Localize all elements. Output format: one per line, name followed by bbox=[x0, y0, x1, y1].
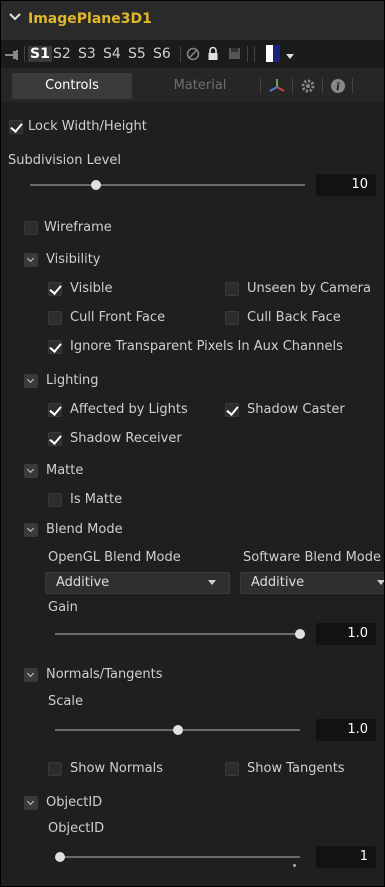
gain-slider-track[interactable] bbox=[55, 633, 300, 635]
lock-width-height-checkbox[interactable] bbox=[9, 120, 23, 134]
transform-axis-icon[interactable] bbox=[268, 77, 286, 95]
is-matte-label: Is Matte bbox=[70, 492, 123, 507]
divider bbox=[247, 46, 248, 62]
objectid-slider-track[interactable] bbox=[60, 856, 300, 858]
matte-section-label: Matte bbox=[46, 463, 84, 478]
affected-by-lights-checkbox[interactable] bbox=[48, 403, 62, 417]
scale-value[interactable]: 1.0 bbox=[316, 719, 376, 741]
shadow-caster-checkbox[interactable] bbox=[225, 403, 239, 417]
software-blend-mode-select[interactable]: Additive bbox=[240, 572, 385, 594]
subdivision-slider-track[interactable] bbox=[30, 184, 305, 186]
color-swatch-icon[interactable] bbox=[266, 45, 280, 62]
divider bbox=[254, 46, 255, 62]
lighting-section-label: Lighting bbox=[46, 373, 99, 388]
gain-value[interactable]: 1.0 bbox=[316, 623, 376, 645]
cull-front-face-checkbox[interactable] bbox=[48, 311, 62, 325]
scale-label: Scale bbox=[48, 694, 83, 709]
tab-controls[interactable]: Controls bbox=[12, 73, 132, 99]
opengl-blend-mode-label: OpenGL Blend Mode bbox=[48, 550, 181, 565]
normals-section-toggle[interactable] bbox=[24, 668, 38, 682]
affected-by-lights-label: Affected by Lights bbox=[70, 402, 188, 417]
gain-slider-knob[interactable] bbox=[295, 629, 305, 639]
objectid-section-toggle[interactable] bbox=[24, 796, 38, 810]
info-icon[interactable]: i bbox=[330, 78, 346, 94]
objectid-value[interactable]: 1 bbox=[316, 846, 376, 868]
divider bbox=[260, 78, 261, 94]
shadow-caster-label: Shadow Caster bbox=[247, 402, 345, 417]
divider bbox=[352, 78, 353, 94]
software-blend-mode-label: Software Blend Mode bbox=[243, 550, 382, 565]
slot-s4[interactable]: S4 bbox=[103, 46, 121, 62]
matte-section-toggle[interactable] bbox=[24, 464, 38, 478]
visibility-section-toggle[interactable] bbox=[24, 253, 38, 267]
is-matte-checkbox[interactable] bbox=[48, 493, 62, 507]
show-normals-label: Show Normals bbox=[70, 761, 164, 776]
shadow-receiver-label: Shadow Receiver bbox=[70, 431, 182, 446]
wireframe-label: Wireframe bbox=[44, 220, 112, 235]
tool-title: ImagePlane3D1 bbox=[28, 11, 152, 27]
subdivision-value[interactable]: 10 bbox=[316, 174, 376, 196]
slot-s2[interactable]: S2 bbox=[53, 46, 71, 62]
blend-mode-section-toggle[interactable] bbox=[24, 523, 38, 537]
slot-s6[interactable]: S6 bbox=[153, 46, 171, 62]
cull-back-face-label: Cull Back Face bbox=[247, 310, 341, 325]
wireframe-checkbox[interactable] bbox=[24, 221, 38, 235]
show-normals-checkbox[interactable] bbox=[48, 762, 62, 776]
lock-icon[interactable] bbox=[207, 46, 219, 61]
collapse-chevron-icon[interactable] bbox=[8, 10, 22, 24]
show-tangents-checkbox[interactable] bbox=[225, 762, 239, 776]
software-blend-mode-value: Additive bbox=[251, 575, 305, 590]
cull-back-face-checkbox[interactable] bbox=[225, 311, 239, 325]
chevron-down-icon bbox=[208, 580, 216, 585]
slot-s5[interactable]: S5 bbox=[128, 46, 146, 62]
slider-default-marker bbox=[293, 864, 296, 867]
unseen-by-camera-checkbox[interactable] bbox=[225, 282, 239, 296]
subdivision-label: Subdivision Level bbox=[8, 153, 121, 168]
divider bbox=[24, 46, 25, 62]
gear-icon[interactable] bbox=[300, 78, 316, 94]
disable-icon[interactable] bbox=[186, 47, 200, 61]
objectid-field-label: ObjectID bbox=[48, 821, 105, 836]
unseen-by-camera-label: Unseen by Camera bbox=[247, 281, 371, 296]
cull-front-face-label: Cull Front Face bbox=[70, 310, 166, 325]
slot-s3[interactable]: S3 bbox=[78, 46, 96, 62]
blend-mode-section-label: Blend Mode bbox=[46, 522, 123, 537]
shadow-receiver-checkbox[interactable] bbox=[48, 432, 62, 446]
tab-material[interactable]: Material bbox=[140, 73, 260, 99]
lock-width-height-label: Lock Width/Height bbox=[28, 119, 147, 134]
ignore-transparent-label: Ignore Transparent Pixels In Aux Channel… bbox=[70, 339, 343, 354]
objectid-slider-knob[interactable] bbox=[55, 852, 65, 862]
pin-icon[interactable] bbox=[4, 48, 20, 62]
save-icon[interactable] bbox=[228, 47, 241, 60]
slot-s1[interactable]: S1 bbox=[28, 46, 52, 62]
visible-label: Visible bbox=[70, 281, 113, 296]
gain-label: Gain bbox=[48, 600, 78, 615]
divider bbox=[292, 78, 293, 94]
subdivision-slider-knob[interactable] bbox=[91, 180, 101, 190]
chevron-down-icon bbox=[377, 580, 385, 585]
ignore-transparent-checkbox[interactable] bbox=[48, 340, 62, 354]
opengl-blend-mode-select[interactable]: Additive bbox=[45, 572, 230, 594]
svg-text:i: i bbox=[336, 82, 340, 93]
swatch-dropdown-icon[interactable] bbox=[286, 54, 294, 59]
divider bbox=[322, 78, 323, 94]
normals-section-label: Normals/Tangents bbox=[46, 667, 163, 682]
visible-checkbox[interactable] bbox=[48, 282, 62, 296]
visibility-section-label: Visibility bbox=[46, 252, 101, 267]
show-tangents-label: Show Tangents bbox=[247, 761, 345, 776]
divider bbox=[180, 46, 181, 62]
opengl-blend-mode-value: Additive bbox=[56, 575, 110, 590]
lighting-section-toggle[interactable] bbox=[24, 374, 38, 388]
scale-slider-knob[interactable] bbox=[172, 725, 183, 735]
objectid-section-label: ObjectID bbox=[46, 795, 103, 810]
